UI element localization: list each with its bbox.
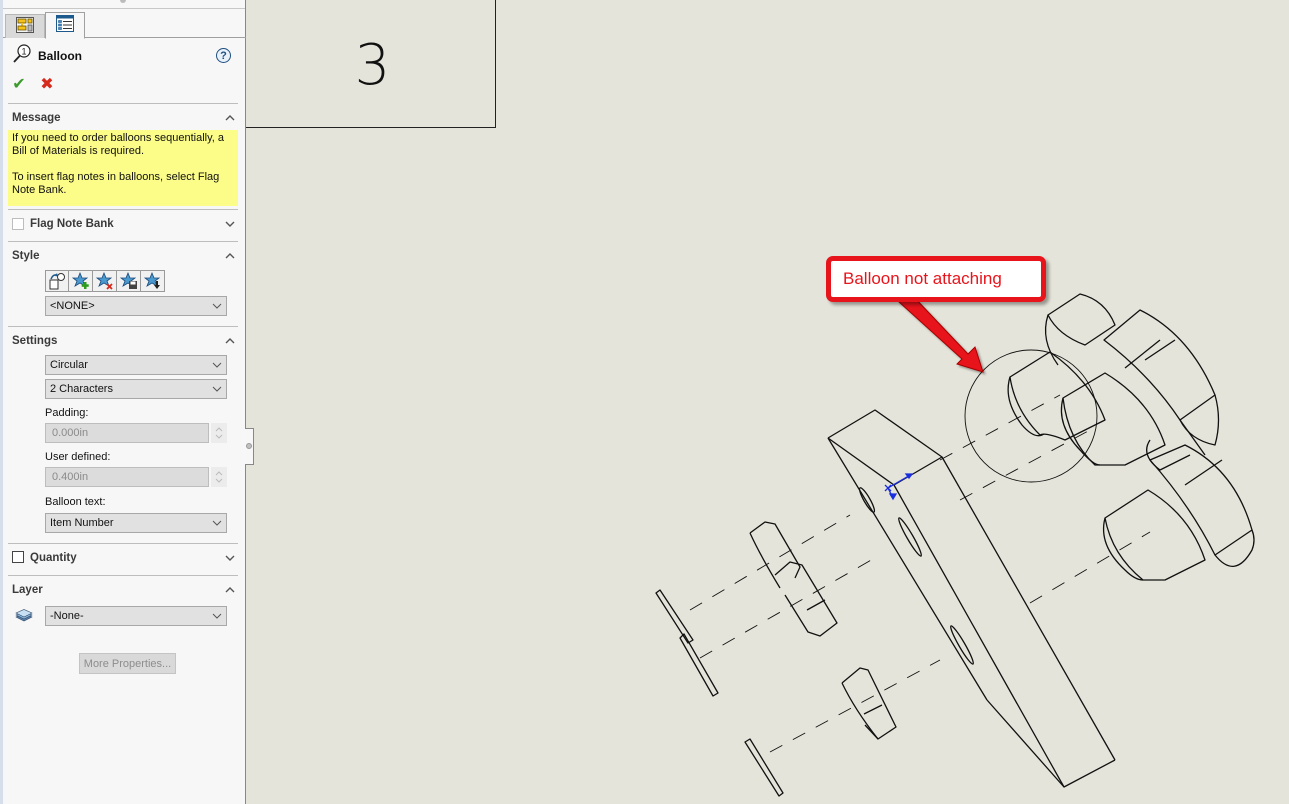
washer-part[interactable] — [655, 589, 784, 797]
style-dropdown-value: <NONE> — [50, 300, 95, 312]
panel-title: 1 Balloon — [12, 44, 82, 68]
chevron-up-icon[interactable] — [224, 250, 236, 262]
balloon-text-dropdown[interactable]: Item Number — [45, 513, 227, 533]
apply-default-style-icon[interactable] — [45, 270, 69, 292]
chevron-up-icon[interactable] — [224, 335, 236, 347]
chevron-down-icon[interactable] — [224, 552, 236, 564]
layer-dropdown[interactable]: -None- — [45, 606, 227, 626]
style-header: Style — [12, 250, 40, 262]
user-defined-spinner[interactable] — [211, 467, 227, 487]
divider — [8, 575, 238, 576]
panel-title-text: Balloon — [38, 49, 82, 63]
layers-icon — [15, 608, 33, 627]
divider — [8, 326, 238, 327]
tab-configuration[interactable] — [45, 12, 85, 39]
settings-header: Settings — [12, 335, 58, 347]
help-icon[interactable]: ? — [216, 48, 231, 63]
quantity-checkbox[interactable] — [12, 551, 24, 563]
balloon-text-value: Item Number — [50, 517, 114, 529]
balloon-shape-value: Circular — [50, 359, 88, 371]
cancel-button[interactable]: ✖ — [38, 74, 56, 93]
drawing-sheet[interactable]: 3 — [246, 0, 1289, 804]
feature-list-icon — [56, 15, 74, 36]
bolt-part[interactable] — [1007, 293, 1255, 581]
ok-button[interactable]: ✔ — [10, 74, 28, 93]
chevron-down-icon — [212, 518, 222, 528]
message-line: If you need to order balloons sequential… — [12, 132, 224, 157]
balloon-shape-dropdown[interactable]: Circular — [45, 355, 227, 375]
load-style-icon[interactable] — [141, 270, 165, 292]
panel-edge — [0, 0, 3, 804]
layer-header: Layer — [12, 584, 43, 596]
property-manager-panel: 1 Balloon ? ✔ ✖ Message If you need to o… — [0, 0, 246, 804]
callout-text: Balloon not attaching — [843, 269, 1002, 288]
balloon-icon: 1 — [12, 44, 32, 68]
divider — [8, 209, 238, 210]
balloon-size-dropdown[interactable]: 2 Characters — [45, 379, 227, 399]
flag-note-bank-label: Flag Note Bank — [30, 218, 114, 230]
style-dropdown[interactable]: <NONE> — [45, 296, 227, 316]
message-box: If you need to order balloons sequential… — [8, 130, 238, 206]
add-style-icon[interactable] — [69, 270, 93, 292]
divider — [3, 8, 245, 9]
panel-tabbar — [3, 12, 246, 39]
user-defined-label: User defined: — [45, 451, 111, 463]
chevron-down-icon — [212, 360, 222, 370]
layer-dropdown-value: -None- — [50, 610, 84, 622]
quantity-label: Quantity — [30, 552, 77, 564]
message-header: Message — [12, 112, 61, 124]
delete-style-icon[interactable] — [93, 270, 117, 292]
panel-grip[interactable] — [120, 0, 126, 3]
chevron-up-icon[interactable] — [224, 584, 236, 596]
flag-note-bank-checkbox[interactable] — [12, 218, 24, 230]
nut-part[interactable] — [749, 521, 897, 740]
balloon-text-label: Balloon text: — [45, 496, 106, 508]
exploded-assembly-view[interactable] — [246, 0, 1289, 804]
padding-spinner[interactable] — [211, 423, 227, 443]
ok-cancel-bar: ✔ ✖ — [10, 74, 56, 93]
chevron-down-icon — [212, 611, 222, 621]
save-style-icon[interactable] — [117, 270, 141, 292]
svg-text:1: 1 — [21, 47, 26, 57]
chevron-up-icon[interactable] — [224, 112, 236, 124]
more-properties-button[interactable]: More Properties... — [79, 653, 176, 674]
message-line: To insert flag notes in balloons, select… — [12, 171, 220, 196]
divider — [8, 543, 238, 544]
user-defined-input[interactable]: 0.400in — [45, 467, 209, 487]
property-manager-icon — [16, 16, 34, 37]
divider — [8, 241, 238, 242]
style-toolbar — [45, 270, 165, 292]
chevron-down-icon[interactable] — [224, 218, 236, 230]
origin-triad-icon — [884, 473, 914, 501]
divider — [8, 103, 238, 104]
tab-property-manager[interactable] — [5, 14, 45, 38]
help-icon-glyph: ? — [220, 49, 227, 62]
chevron-down-icon — [212, 301, 222, 311]
annotation-callout: Balloon not attaching — [826, 256, 1046, 302]
padding-input[interactable]: 0.000in — [45, 423, 209, 443]
padding-label: Padding: — [45, 407, 89, 419]
callout-arrow-icon — [897, 294, 984, 373]
balloon-size-value: 2 Characters — [50, 383, 113, 395]
chevron-down-icon — [212, 384, 222, 394]
